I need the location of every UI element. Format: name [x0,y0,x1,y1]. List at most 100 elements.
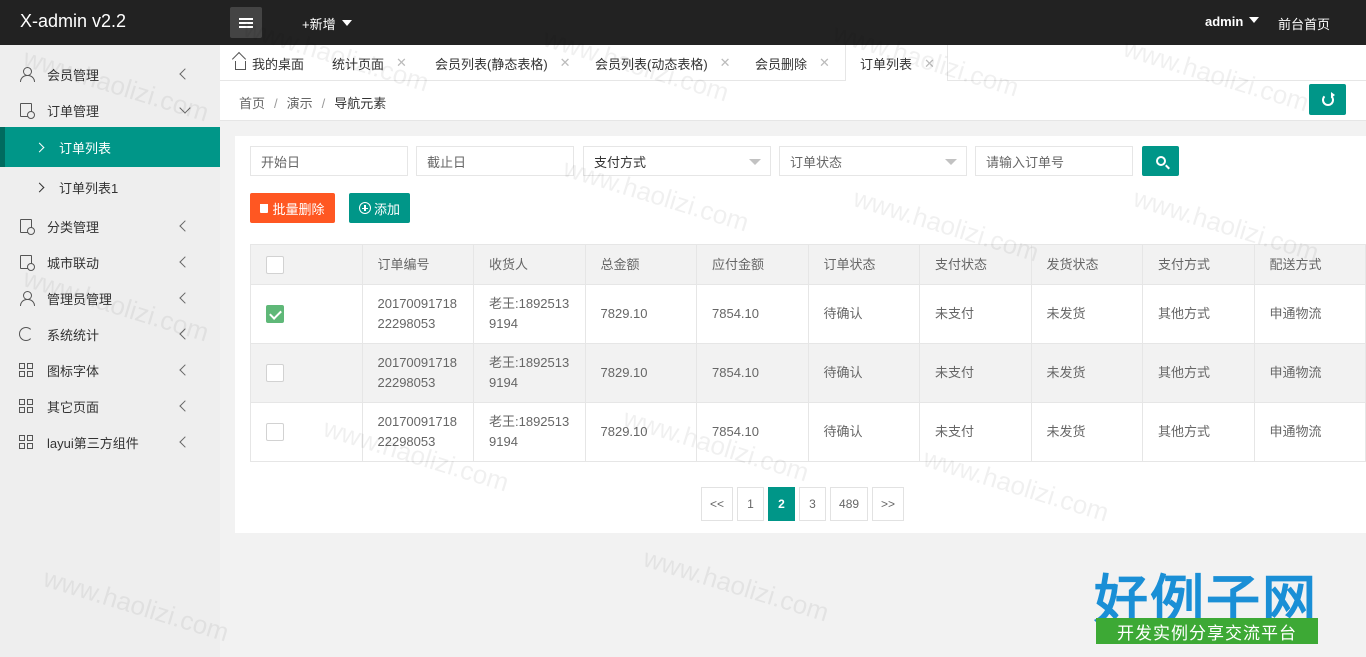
pay-status-cell: 未支付 [919,343,1032,403]
start-date-input[interactable]: 开始日 [250,146,408,176]
close-icon[interactable]: ✕ [560,55,571,71]
next-page-button[interactable]: >> [872,487,905,521]
table-row: 2017009171822298053 老王:18925139194 7829.… [250,343,1366,403]
chevron-left-icon [179,400,191,412]
add-new-dropdown[interactable]: +新增 [302,14,352,33]
pay-method-value: 支付方式 [594,154,647,170]
sidebar-item-label: 其它页面 [47,399,100,415]
orders-table: 订单编号 收货人 总金额 应付金额 订单状态 支付状态 发货状态 支付方式 配送… [250,244,1366,462]
breadcrumb-home[interactable]: 首页 [239,96,265,111]
order-status-cell: 待确认 [807,402,920,462]
tab-order-list[interactable]: 订单列表 ✕ [845,45,948,82]
refresh-button[interactable] [1309,84,1346,115]
add-label: 添加 [373,201,400,217]
consignee-cell: 老王:18925139194 [473,402,586,462]
select-all-cell [250,244,363,285]
chevron-left-icon [179,68,191,80]
tab-member-delete[interactable]: 会员删除 ✕ [755,45,830,81]
add-button[interactable]: 添加 [349,193,410,223]
tab-member-dynamic[interactable]: 会员列表(动态表格) ✕ [595,45,731,81]
menu-toggle-button[interactable] [230,7,262,38]
chevron-left-icon [179,256,191,268]
column-header[interactable]: 发货状态 [1030,244,1143,285]
row-checkbox[interactable] [266,305,284,323]
chevron-left-icon [179,292,191,304]
consignee-cell: 老王:18925139194 [473,343,586,403]
tab-label: 会员删除 [755,56,808,72]
tab-member-static[interactable]: 会员列表(静态表格) ✕ [435,45,571,81]
brand-watermark: 好例子网 开发实例分享交流平台 [1094,556,1319,648]
batch-delete-button[interactable]: 批量删除 [250,193,335,223]
column-header[interactable]: 收货人 [473,244,586,285]
select-all-checkbox[interactable] [266,255,284,274]
row-checkbox[interactable] [266,423,284,441]
prev-page-button[interactable]: << [701,487,734,521]
sidebar-item-admins[interactable]: 管理员管理 [0,280,220,316]
page-button[interactable]: 1 [737,487,765,521]
search-button[interactable] [1142,146,1179,176]
current-page-button[interactable]: 2 [768,487,796,521]
sidebar-item-layui[interactable]: layui第三方组件 [0,424,220,460]
column-header[interactable]: 支付方式 [1142,244,1255,285]
tab-label: 会员列表(动态表格) [595,56,708,72]
consignee-cell: 老王:18925139194 [473,284,586,344]
table-row: 2017009171822298053 老王:18925139194 7829.… [250,284,1366,344]
add-new-label: +新增 [302,17,336,32]
row-select-cell [250,402,363,462]
sidebar-item-label: 分类管理 [47,219,100,235]
add-circle-icon [358,202,371,214]
chevron-right-icon [34,142,45,152]
sidebar-item-city[interactable]: 城市联动 [0,244,220,280]
pay-method-cell: 其他方式 [1142,284,1255,344]
page-button[interactable]: 489 [830,487,869,521]
chevron-left-icon [179,436,191,448]
app-logo[interactable]: X-admin v2.2 [20,11,126,32]
order-number-cell: 2017009171822298053 [361,402,474,462]
pay-status-cell: 未支付 [919,402,1032,462]
row-select-cell [250,284,363,344]
close-icon[interactable]: ✕ [924,56,935,72]
row-checkbox[interactable] [266,364,284,382]
cycle-icon [18,326,34,342]
tab-desktop[interactable]: 我的桌面 [235,45,304,81]
close-icon[interactable]: ✕ [720,55,731,71]
end-date-input[interactable]: 截止日 [416,146,574,176]
order-number-input[interactable]: 请输入订单号 [975,146,1133,176]
sidebar-item-other-pages[interactable]: 其它页面 [0,388,220,424]
sidebar-item-orders[interactable]: 订单管理 [0,92,220,128]
tab-label: 统计页面 [332,56,385,72]
sidebar-item-stats[interactable]: 系统统计 [0,316,220,352]
tab-stats[interactable]: 统计页面 ✕ [332,45,407,81]
column-header[interactable]: 订单状态 [807,244,920,285]
grid-icon [18,362,34,378]
breadcrumb-separator: / [321,96,326,111]
front-home-link[interactable]: 前台首页 [1278,14,1330,33]
column-header[interactable]: 应付金额 [696,244,809,285]
sidebar-subitem-order-list[interactable]: 订单列表 [0,127,220,167]
order-status-cell: 待确认 [807,284,920,344]
order-number-cell: 2017009171822298053 [361,343,474,403]
sidebar-item-icon-fonts[interactable]: 图标字体 [0,352,220,388]
order-icon [18,218,35,235]
sidebar-subitem-order-list-1[interactable]: 订单列表1 [0,167,220,207]
column-header[interactable]: 配送方式 [1253,244,1366,285]
tab-label: 我的桌面 [252,56,305,72]
sidebar-item-categories[interactable]: 分类管理 [0,208,220,244]
pay-method-select[interactable]: 支付方式 [583,146,771,176]
sidebar-item-label: 会员管理 [47,67,100,83]
total-amount-cell: 7829.10 [584,343,697,403]
close-icon[interactable]: ✕ [819,55,830,71]
breadcrumb-demo[interactable]: 演示 [287,96,313,111]
sidebar-item-members[interactable]: 会员管理 [0,56,220,92]
order-status-select[interactable]: 订单状态 [779,146,967,176]
column-header[interactable]: 支付状态 [919,244,1032,285]
payable-amount-cell: 7854.10 [696,284,809,344]
ship-status-cell: 未发货 [1030,402,1143,462]
user-dropdown[interactable]: admin [1205,14,1260,29]
page-button[interactable]: 3 [799,487,827,521]
user-icon [18,66,35,82]
column-header[interactable]: 订单编号 [361,244,474,285]
close-icon[interactable]: ✕ [396,55,407,71]
chevron-left-icon [179,220,191,232]
column-header[interactable]: 总金额 [584,244,697,285]
